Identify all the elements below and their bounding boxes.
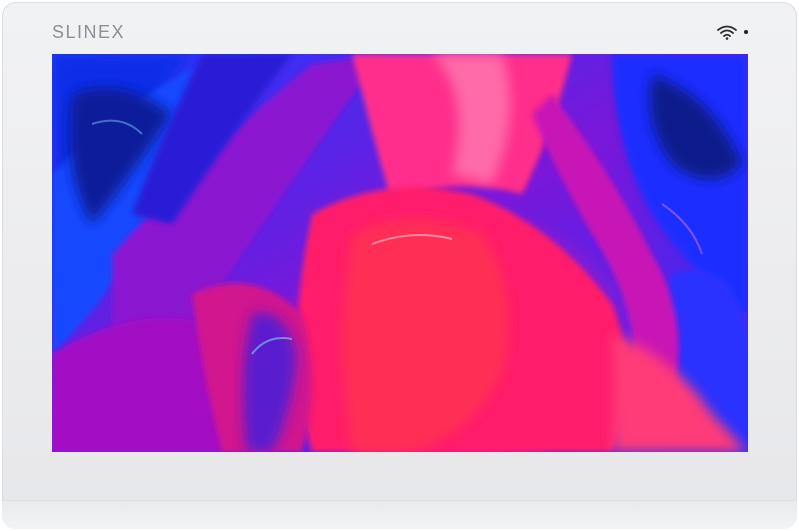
bottom-bezel bbox=[2, 500, 797, 529]
wifi-icon bbox=[717, 25, 737, 40]
display-screen[interactable] bbox=[52, 54, 748, 452]
camera-sensor-dot bbox=[744, 30, 748, 34]
intercom-monitor: SLINEX bbox=[2, 2, 797, 529]
wallpaper-image bbox=[52, 54, 748, 452]
brand-logo: SLINEX bbox=[52, 22, 126, 42]
